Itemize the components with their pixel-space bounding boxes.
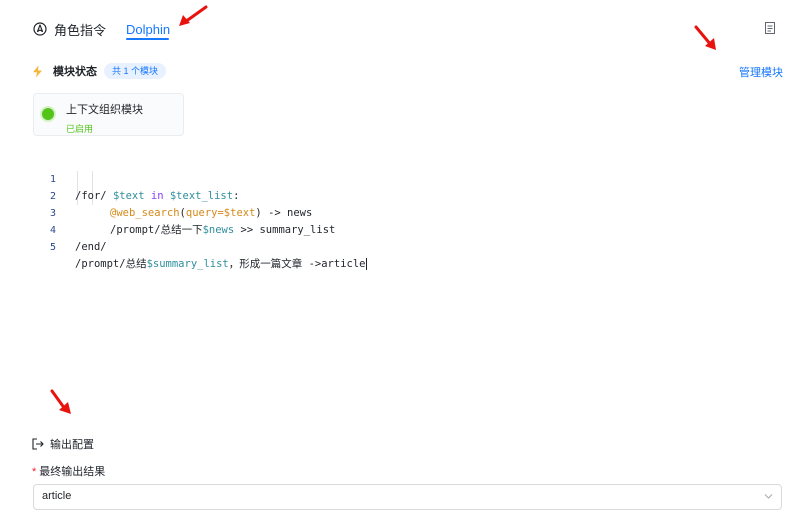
- status-dot-icon: [42, 108, 54, 120]
- output-config-header: 输出配置: [32, 437, 94, 451]
- output-config-icon: [32, 438, 44, 450]
- module-status-text: 已启用: [66, 124, 94, 134]
- output-config-title: 输出配置: [50, 439, 94, 451]
- tab-dolphin[interactable]: Dolphin: [126, 18, 170, 40]
- module-count-badge: 共 1 个模块: [104, 63, 167, 79]
- chevron-down-icon: [764, 494, 773, 499]
- annotation-arrow-icon: [179, 5, 208, 26]
- code-text: /prompt/总结$summary_list，形成一篇文章 ->article: [75, 258, 368, 270]
- module-status-header: 模块状态 共 1 个模块: [31, 62, 167, 80]
- code-text: /for/ $text in $text_list:: [75, 190, 240, 202]
- module-card[interactable]: 上下文组织模块 已启用: [33, 93, 184, 136]
- role-icon: [33, 22, 47, 36]
- module-status-title: 模块状态: [53, 66, 97, 78]
- manage-modules-link[interactable]: 管理模块: [739, 64, 783, 80]
- final-output-label: * 最终输出结果: [32, 466, 106, 478]
- document-icon[interactable]: [764, 21, 776, 35]
- code-line: 3 /prompt/总结一下$news >> summary_list: [40, 188, 335, 236]
- required-mark: *: [32, 466, 37, 478]
- code-editor[interactable]: 1 /for/ $text in $text_list: 2 @web_sear…: [40, 154, 780, 270]
- code-text: @web_search(query=$text) -> news: [110, 207, 313, 219]
- code-line: 5 /prompt/总结$summary_list，形成一篇文章 ->artic…: [40, 222, 368, 270]
- code-line: 2 @web_search(query=$text) -> news: [40, 171, 312, 219]
- code-text: /prompt/总结一下$news >> summary_list: [110, 224, 336, 236]
- selected-value: article: [42, 490, 72, 502]
- text-cursor: [366, 258, 368, 270]
- final-output-select[interactable]: article: [33, 484, 782, 510]
- lightning-icon: [33, 65, 42, 77]
- annotation-arrow-icon: [50, 389, 71, 414]
- code-line: 4 /end/: [40, 205, 107, 253]
- code-line: 1 /for/ $text in $text_list:: [40, 154, 239, 202]
- tab-role-instruction[interactable]: 角色指令: [33, 18, 106, 40]
- tab-dolphin-label: Dolphin: [126, 21, 171, 37]
- module-name: 上下文组织模块: [66, 104, 143, 116]
- line-number: 5: [49, 242, 56, 253]
- active-tab-indicator: [126, 38, 169, 40]
- tab-role-label: 角色指令: [54, 22, 107, 38]
- code-text: /end/: [75, 241, 107, 253]
- annotation-arrow-icon: [694, 25, 716, 50]
